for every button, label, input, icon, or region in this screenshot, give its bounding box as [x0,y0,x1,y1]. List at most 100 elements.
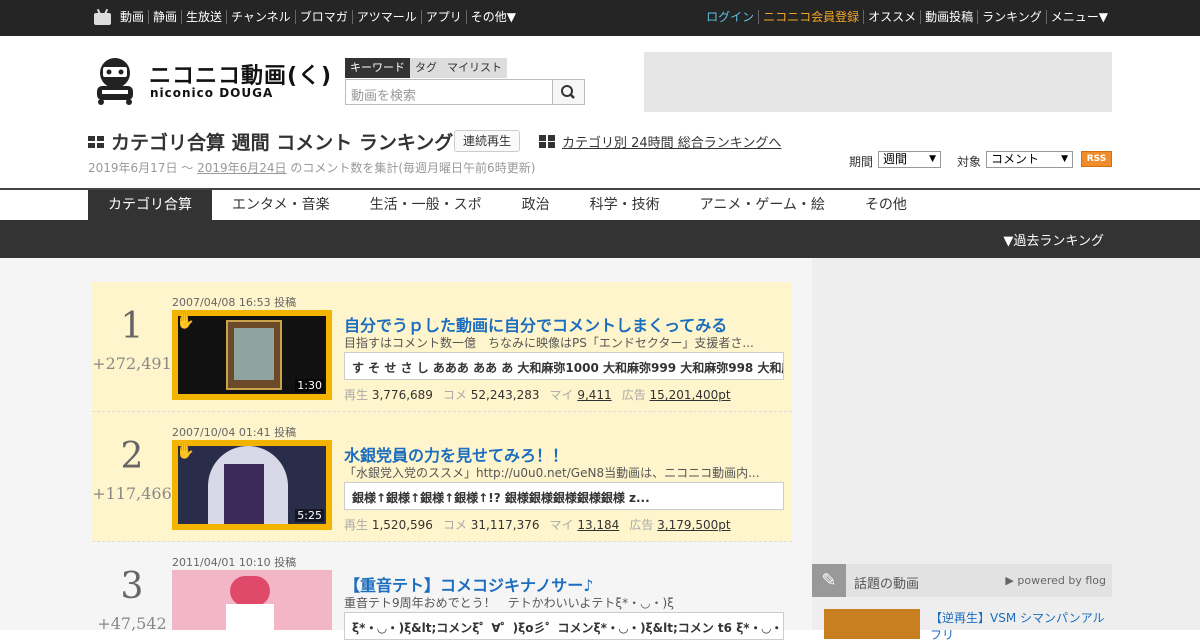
nav-live[interactable]: 生放送 [181,10,226,24]
period-end-link[interactable]: 2019年6月24日 [197,161,286,175]
category-tabs: カテゴリ合算 エンタメ・音楽 生活・一般・スポ 政治 科学・技術 アニメ・ゲーム・絵 その他 [88,190,927,220]
nav-upload[interactable]: 動画投稿 [920,10,977,24]
video-thumbnail[interactable]: ✋ 5:25 [172,440,332,530]
rank-number: 2 [120,436,144,477]
views-label: 再生 [344,518,369,532]
nav-menu[interactable]: メニュー▼ [1045,10,1112,24]
ads-label: 広告 [629,518,654,532]
mylist-label: マイ [549,518,574,532]
video-description: 重音テト9周年おめでとう！ テトかわいいよテトξ*・◡・)ξ [344,596,674,610]
tab-others[interactable]: その他 [845,190,927,220]
register-link[interactable]: ニコニコ会員登録 [758,10,863,24]
tab-life-general-sports[interactable]: 生活・一般・スポ [350,190,502,220]
target-dropdown-arrow-icon: ▼ [1061,154,1068,164]
ranking-entry: 2 +117,466 2007/10/04 01:41 投稿 ✋ 5:25 水銀… [92,412,792,542]
search-input[interactable]: 動画を検索 [345,79,553,105]
trending-pen-icon: ✎ [812,564,846,597]
nav-others[interactable]: その他▼ [465,10,520,24]
comment-increase: +117,466 [92,484,172,503]
nav-blomaga[interactable]: ブロマガ [294,10,352,24]
comments-count: 52,243,283 [470,388,540,402]
views-count: 3,776,689 [371,388,433,402]
trending-video-title-link[interactable]: 【逆再生】VSM シマンパンアルフリ [930,610,1110,644]
tab-anime-game-art[interactable]: アニメ・ゲーム・絵 [680,190,845,220]
trending-videos-header: ✎ 話題の動画 ▶ powered by flog [812,564,1112,597]
nav-seiga[interactable]: 静画 [148,10,181,24]
video-description: 「水銀党入党のススメ」http://u0u0.net/GeN8当動画は、ニコニコ… [344,466,760,480]
target-select[interactable]: コメント ▼ [986,151,1073,168]
target-select-value: コメント [991,152,1040,166]
nav-app[interactable]: アプリ [420,10,466,24]
tab-science-tech[interactable]: 科学・技術 [570,190,680,220]
top-navigation-bar: 動画 静画 生放送 チャンネル ブロマガ アツマール アプリ その他▼ ログイン ニコニコ会員登… [0,0,1200,36]
page-title: カテゴリ合算 週間 コメント ランキング [111,132,454,154]
login-link[interactable]: ログイン [702,10,758,24]
niconico-tv-icon[interactable] [94,8,111,25]
niconico-logo[interactable]: ニコニコ動画(く) niconico DOUGA [93,56,333,106]
continuous-play-button[interactable]: 連続再生 [454,130,521,152]
past-ranking-toggle[interactable]: ▼過去ランキング [1003,230,1104,249]
ads-points-link[interactable]: 3,179,500pt [657,518,730,532]
rss-button[interactable]: RSS [1081,151,1112,167]
video-title-link[interactable]: 自分でうｐした動画に自分でコメントしまくってみる [344,312,727,336]
mylist-count-link[interactable]: 9,411 [577,388,611,402]
rank-number: 1 [120,306,144,347]
nav-video[interactable]: 動画 [116,10,148,24]
nav-channel[interactable]: チャンネル [226,10,295,24]
hot-hand-icon: ✋ [176,312,195,330]
video-stats: 再生 1,520,596 コメ 31,117,376 マイ 13,184 広告 3,1… [344,516,741,533]
nav-recommend[interactable]: オススメ [863,10,920,24]
mylist-label: マイ [549,388,574,402]
tab-all-categories[interactable]: カテゴリ合算 [88,190,212,220]
ad-banner [644,52,1112,112]
search-icon [561,85,575,99]
rank-number: 3 [120,566,144,607]
video-stats: 再生 3,776,689 コメ 52,243,283 マイ 9,411 広告 15,2… [344,386,741,403]
search-tab-keyword[interactable]: キーワード [345,58,410,78]
video-title-link[interactable]: 水銀党員の力を見せてみろ！！ [344,442,568,466]
term-select[interactable]: 週間 ▼ [878,151,941,168]
comment-increase: +47,542 [97,614,167,633]
video-duration: 5:25 [295,509,324,522]
search-tab-mylist[interactable]: マイリスト [442,58,507,78]
term-select-value: 週間 [883,152,908,166]
period-suffix: のコメント数を集計(毎週月曜日午前6時更新) [290,161,536,175]
category-24h-ranking-link[interactable]: カテゴリ別 24時間 総合ランキングへ [562,132,781,151]
video-duration: 1:30 [295,379,324,392]
search-button[interactable] [552,79,585,105]
video-thumbnail[interactable] [172,570,332,630]
search-type-tabs: キーワード タグ マイリスト [345,58,507,78]
ranking-entry: 3 +47,542 2011/04/01 10:10 投稿 【重音テト】コメコジ… [92,542,792,640]
term-label: 期間 [849,155,874,169]
posted-date: 2007/04/08 16:53 投稿 [172,296,297,309]
tab-politics[interactable]: 政治 [502,190,570,220]
global-nav-right: ログイン ニコニコ会員登録 オススメ 動画投稿 ランキング メニュー▼ [702,10,1112,24]
category-grid-icon [539,135,555,148]
ranking-list-icon [88,136,104,148]
posted-date: 2011/04/01 10:10 投稿 [172,556,297,569]
ads-points-link[interactable]: 15,201,400pt [650,388,731,402]
hot-hand-icon: ✋ [176,442,195,460]
ranking-entry: 1 +272,491 2007/04/08 16:53 投稿 ✋ 1:30 自分… [92,282,792,412]
period-start: 2019年6月17日 ～ [88,161,194,175]
logo-text-en: niconico DOUGA [150,86,274,100]
views-label: 再生 [344,388,369,402]
latest-comments: ξ*・◡・)ξ&lt;コメンξ゜∀゜)ξo彡゜コメンξ*・◡・)ξ&lt;コメン… [344,612,784,640]
aggregation-period: 2019年6月17日 ～ 2019年6月24日 のコメント数を集計(毎週月曜日午… [88,159,535,176]
video-thumbnail[interactable]: ✋ 1:30 [172,310,332,400]
trending-video-thumbnail[interactable] [824,609,920,639]
latest-comments: 銀様↑銀様↑銀様↑銀様↑!? 銀様銀様銀様銀様銀様 z... [344,482,784,510]
target-label: 対象 [957,155,982,169]
trending-videos-title: 話題の動画 [854,577,920,592]
posted-date: 2007/10/04 01:41 投稿 [172,426,297,439]
nav-ranking[interactable]: ランキング [977,10,1046,24]
nav-atsumaru[interactable]: アツマール [351,10,421,24]
video-title-link[interactable]: 【重音テト】コメコジキナノサー♪ [344,572,593,596]
tab-entertainment-music[interactable]: エンタメ・音楽 [212,190,350,220]
global-nav-left: 動画 静画 生放送 チャンネル ブロマガ アツマール アプリ その他▼ [116,10,520,24]
mylist-count-link[interactable]: 13,184 [577,518,619,532]
comments-label: コメ [442,518,467,532]
ads-label: 広告 [621,388,646,402]
search-tab-tag[interactable]: タグ [410,58,442,78]
powered-by-flog-link[interactable]: ▶ powered by flog [1005,574,1106,587]
